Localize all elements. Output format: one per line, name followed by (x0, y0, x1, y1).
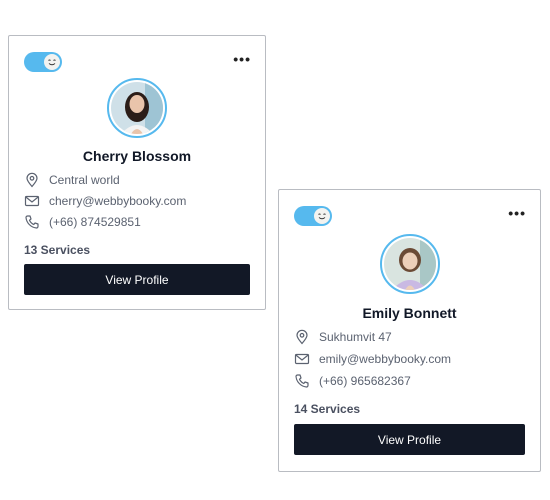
email-row: emily@webbybooky.com (294, 350, 451, 368)
map-pin-icon (296, 329, 308, 345)
email-text: emily@webbybooky.com (319, 352, 452, 366)
status-toggle[interactable] (24, 52, 62, 72)
view-profile-button[interactable]: View Profile (294, 424, 525, 455)
location-text: Central world (49, 173, 120, 187)
email-text: cherry@webbybooky.com (49, 194, 187, 208)
smiley-toggle-icon (44, 54, 60, 70)
smiley-toggle-icon (314, 208, 330, 224)
profile-card: ••• Cherry Blossom Central world cherry@… (8, 35, 266, 310)
phone-text: (+66) 874529851 (49, 215, 141, 229)
location-row: Sukhumvit 47 (294, 328, 392, 346)
services-count: 14 Services (294, 402, 361, 416)
location-row: Central world (24, 171, 120, 189)
phone-text: (+66) 965682367 (319, 374, 411, 388)
more-dots-icon[interactable]: ••• (508, 206, 526, 220)
location-text: Sukhumvit 47 (319, 330, 392, 344)
avatar (379, 234, 440, 294)
phone-row: (+66) 874529851 (24, 213, 141, 231)
status-toggle[interactable] (294, 206, 332, 226)
map-pin-icon (26, 172, 38, 188)
profile-card: ••• Emily Bonnett Sukhumvit 47 emily@web… (278, 189, 541, 472)
avatar (107, 78, 167, 138)
profile-name: Cherry Blossom (82, 148, 192, 164)
phone-icon (295, 374, 309, 388)
phone-row: (+66) 965682367 (294, 372, 411, 390)
view-profile-button[interactable]: View Profile (24, 264, 250, 295)
phone-icon (25, 215, 39, 229)
services-count: 13 Services (24, 243, 91, 257)
envelope-icon (24, 195, 40, 207)
profile-name: Emily Bonnett (362, 305, 457, 321)
envelope-icon (294, 353, 310, 365)
email-row: cherry@webbybooky.com (24, 192, 186, 210)
more-dots-icon[interactable]: ••• (233, 52, 251, 66)
